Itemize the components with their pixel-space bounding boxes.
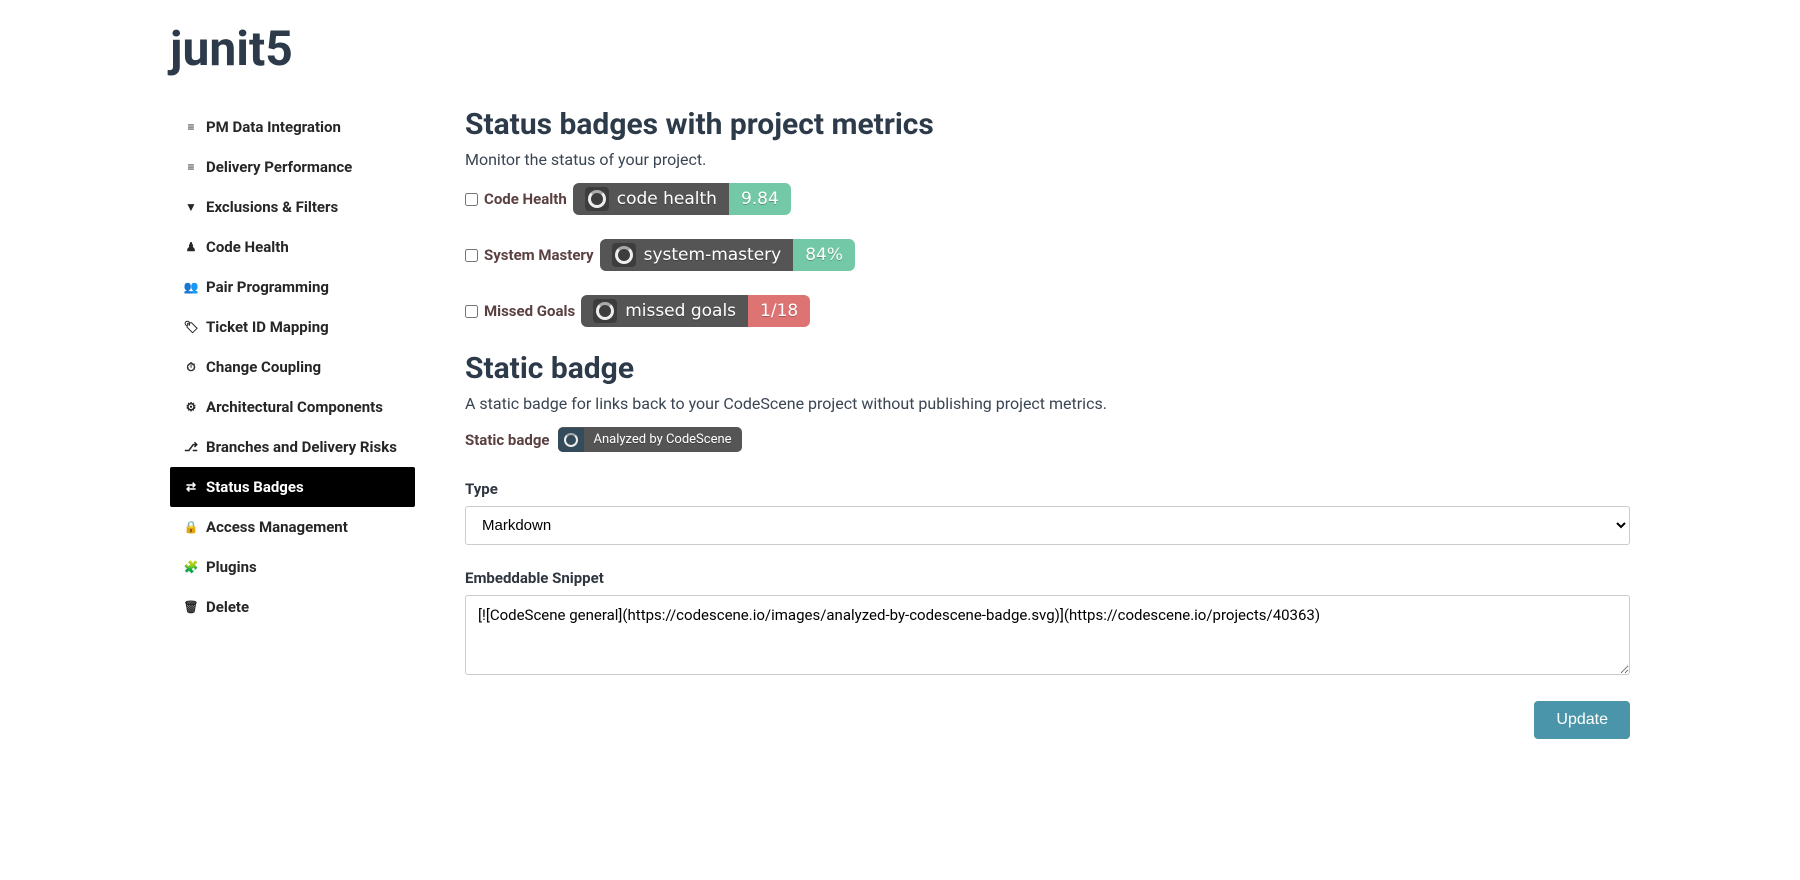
snippet-textarea[interactable] <box>465 595 1630 675</box>
snippet-field-label: Embeddable Snippet <box>465 569 1630 587</box>
sidebar-item[interactable]: 🏷 Ticket ID Mapping <box>170 307 415 347</box>
metric-badge-row: Code Health code health 9.84 <box>465 183 1630 215</box>
sidebar-item-label: Exclusions & Filters <box>206 198 338 216</box>
sidebar-item-label: Architectural Components <box>206 398 383 416</box>
static-badge: Analyzed by CodeScene <box>558 427 742 452</box>
sidebar-item[interactable]: ⎇ Branches and Delivery Risks <box>170 427 415 467</box>
static-section-title: Static badge <box>465 351 1630 386</box>
sidebar-item[interactable]: ≡ PM Data Integration <box>170 107 415 147</box>
sidebar-item-icon: ≡ <box>184 121 198 133</box>
static-badge-label: Static badge <box>465 431 550 449</box>
sidebar-item[interactable]: ⚙ Architectural Components <box>170 387 415 427</box>
sidebar-item-icon: ⚙ <box>184 401 198 413</box>
badge-name-segment: missed goals <box>581 295 748 327</box>
codescene-logo-icon <box>558 428 584 452</box>
sidebar-item-label: Change Coupling <box>206 358 321 376</box>
badge-name-text: code health <box>617 189 717 209</box>
main-content: Status badges with project metrics Monit… <box>465 107 1630 739</box>
project-title: junit5 <box>170 20 1630 77</box>
badge-name-segment: system-mastery <box>600 239 794 271</box>
codescene-logo-icon <box>612 243 636 267</box>
sidebar-item[interactable]: ♟ Code Health <box>170 227 415 267</box>
sidebar-item-label: Branches and Delivery Risks <box>206 438 397 456</box>
metric-badge-row: System Mastery system-mastery 84% <box>465 239 1630 271</box>
metric-badge: code health 9.84 <box>573 183 791 215</box>
update-button[interactable]: Update <box>1534 701 1630 739</box>
sidebar-item-icon: 🏷 <box>184 321 198 333</box>
metric-badge: missed goals 1/18 <box>581 295 810 327</box>
sidebar-item-icon: 🗑 <box>184 601 198 613</box>
metric-label: Code Health <box>484 190 567 208</box>
badge-value-segment: 9.84 <box>729 183 791 215</box>
sidebar-item-icon: ⇄ <box>184 481 198 493</box>
sidebar-item[interactable]: ⏱ Change Coupling <box>170 347 415 387</box>
sidebar-item-icon: 🧩 <box>184 561 198 573</box>
sidebar-item-label: Ticket ID Mapping <box>206 318 329 336</box>
metrics-section-title: Status badges with project metrics <box>465 107 1630 142</box>
sidebar-item[interactable]: ≡ Delivery Performance <box>170 147 415 187</box>
sidebar-item-icon: ≡ <box>184 161 198 173</box>
static-badge-text: Analyzed by CodeScene <box>584 427 742 452</box>
sidebar-item-icon: ♟ <box>184 241 198 253</box>
codescene-logo-icon <box>585 187 609 211</box>
sidebar-item[interactable]: ▼ Exclusions & Filters <box>170 187 415 227</box>
badge-name-text: missed goals <box>625 301 736 321</box>
type-select[interactable]: Markdown <box>465 506 1630 545</box>
metrics-section-desc: Monitor the status of your project. <box>465 150 1630 169</box>
sidebar-item-label: PM Data Integration <box>206 118 341 136</box>
metric-checkbox[interactable] <box>465 193 478 206</box>
sidebar-item-icon: ⏱ <box>184 361 198 373</box>
sidebar-item[interactable]: 👥 Pair Programming <box>170 267 415 307</box>
metric-label: Missed Goals <box>484 302 575 320</box>
sidebar-item-icon: 👥 <box>184 281 198 293</box>
sidebar-item-label: Delete <box>206 598 249 616</box>
static-section-desc: A static badge for links back to your Co… <box>465 394 1630 413</box>
badge-value-segment: 84% <box>793 239 855 271</box>
sidebar-item[interactable]: 🔒 Access Management <box>170 507 415 547</box>
settings-sidebar: ≡ PM Data Integration ≡ Delivery Performanc… <box>170 107 415 627</box>
metric-checkbox[interactable] <box>465 249 478 262</box>
sidebar-item-label: Status Badges <box>206 478 304 496</box>
type-field-label: Type <box>465 480 1630 498</box>
sidebar-item-label: Pair Programming <box>206 278 329 296</box>
sidebar-item[interactable]: 🧩 Plugins <box>170 547 415 587</box>
metric-badge-row: Missed Goals missed goals 1/18 <box>465 295 1630 327</box>
sidebar-item-label: Code Health <box>206 238 289 256</box>
metric-label: System Mastery <box>484 246 594 264</box>
sidebar-item-icon: ▼ <box>184 201 198 213</box>
sidebar-item-label: Access Management <box>206 518 348 536</box>
badge-value-segment: 1/18 <box>748 295 810 327</box>
badge-name-segment: code health <box>573 183 729 215</box>
static-badge-row: Static badge Analyzed by CodeScene <box>465 427 1630 452</box>
metric-badge: system-mastery 84% <box>600 239 855 271</box>
sidebar-item[interactable]: 🗑 Delete <box>170 587 415 627</box>
sidebar-item-icon: ⎇ <box>184 441 198 453</box>
badge-name-text: system-mastery <box>644 245 782 265</box>
sidebar-item-label: Delivery Performance <box>206 158 352 176</box>
sidebar-item-icon: 🔒 <box>184 521 198 533</box>
codescene-logo-icon <box>593 299 617 323</box>
metric-checkbox[interactable] <box>465 305 478 318</box>
sidebar-item-label: Plugins <box>206 558 257 576</box>
sidebar-item[interactable]: ⇄ Status Badges <box>170 467 415 507</box>
